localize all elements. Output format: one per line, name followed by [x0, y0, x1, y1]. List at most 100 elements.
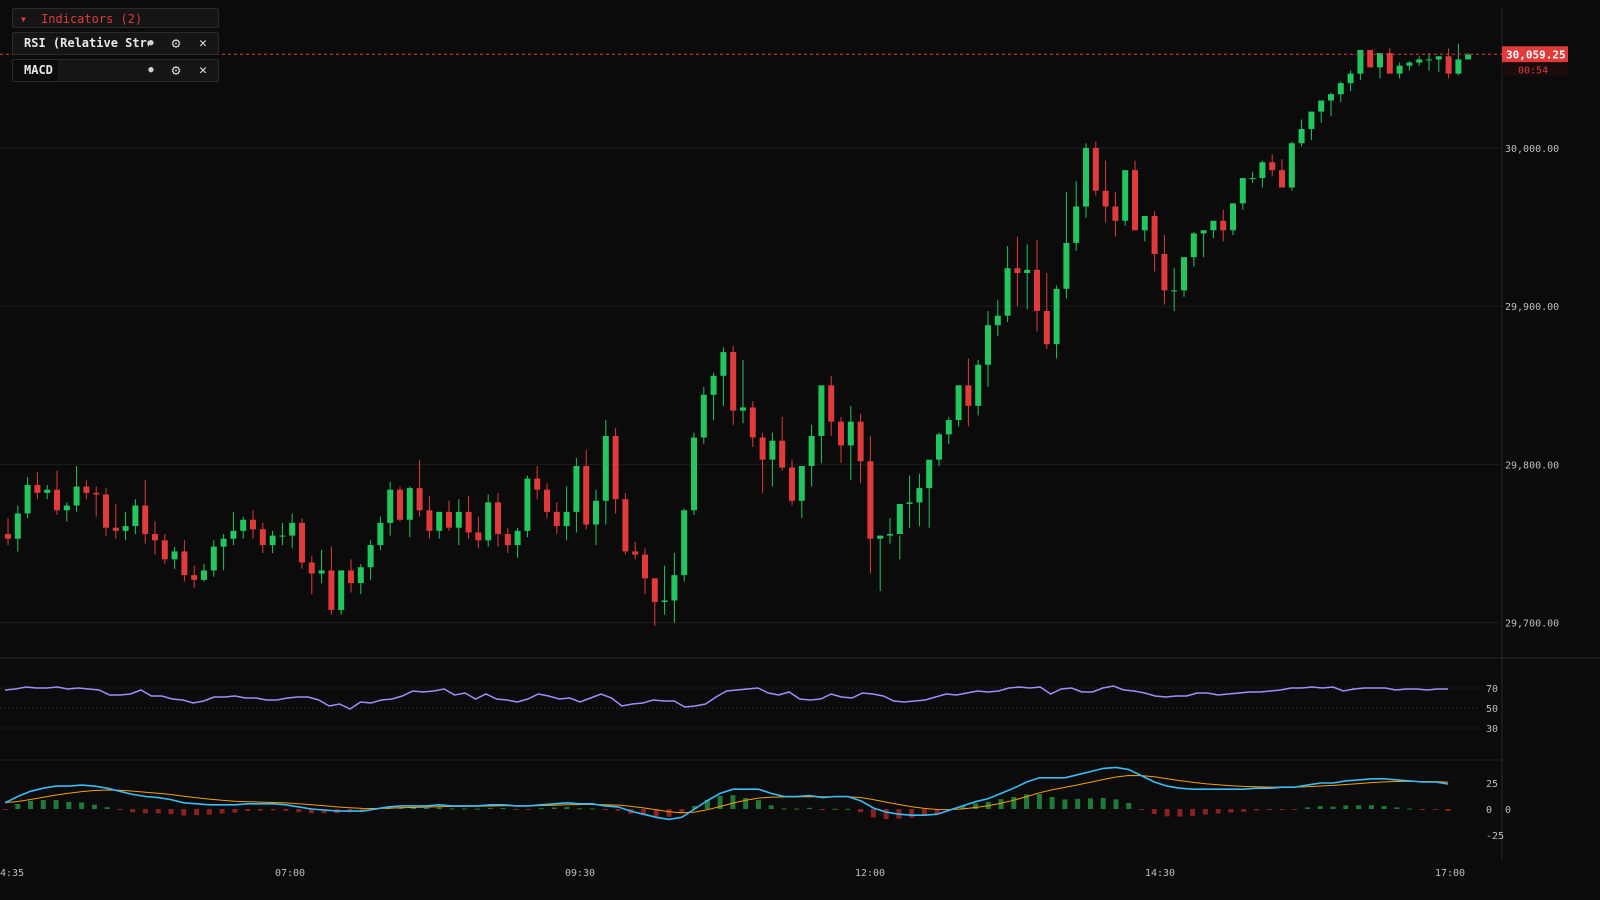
- macd-histogram-bar: [487, 807, 493, 809]
- macd-histogram-bar: [219, 809, 225, 814]
- chart-canvas[interactable]: 70 50 30 25 0 -25 0 30,000.00 29,900.00 29,800.…: [0, 0, 1600, 900]
- candle-body: [1328, 94, 1334, 101]
- candle-body: [1200, 230, 1207, 234]
- candle-body: [769, 440, 776, 460]
- close-icon[interactable]: ✕: [194, 33, 212, 54]
- candle-body: [1298, 129, 1305, 144]
- candle-body: [1465, 54, 1472, 60]
- candle-body: [161, 540, 168, 560]
- close-icon[interactable]: ✕: [194, 60, 212, 81]
- macd-histogram-bar: [270, 809, 276, 811]
- macd-histogram-bar: [883, 809, 889, 820]
- macd-histogram-bar: [1292, 809, 1298, 810]
- candle-body: [181, 551, 188, 576]
- indicator-name: RSI (Relative Strength Index): [24, 36, 149, 50]
- candle-body: [1239, 178, 1246, 204]
- macd-histogram-bar: [436, 807, 442, 809]
- macd-histogram-bar: [615, 809, 621, 811]
- candle-body: [465, 511, 472, 533]
- candle-body: [1122, 170, 1129, 221]
- candle-body: [1269, 162, 1276, 171]
- macd-histogram-bar: [245, 809, 251, 812]
- time-tick-label: 17:00: [1435, 868, 1465, 879]
- candle-body: [1347, 73, 1354, 84]
- candle-body: [553, 511, 560, 527]
- macd-histogram-bar: [755, 800, 761, 809]
- candle-body: [1034, 269, 1040, 311]
- macd-histogram-bar: [104, 807, 110, 809]
- indicators-header[interactable]: ▼ Indicators (2): [12, 8, 219, 28]
- candle-body: [338, 570, 345, 610]
- macd-histogram-bar: [526, 809, 532, 810]
- candle-body: [171, 551, 178, 560]
- candle-body: [367, 545, 374, 568]
- candle-body: [1004, 268, 1011, 316]
- candle-body: [1053, 288, 1060, 345]
- macd-histogram-bar: [589, 808, 595, 810]
- macd-histogram-bar: [474, 808, 480, 810]
- macd-histogram-bar: [91, 804, 97, 809]
- macd-histogram-bar: [28, 800, 34, 809]
- macd-histogram-bar: [577, 808, 583, 810]
- indicator-row-macd[interactable]: MACD ● ⚙ ✕: [12, 59, 219, 82]
- eye-icon[interactable]: ●: [144, 60, 158, 81]
- candle-body: [14, 513, 21, 539]
- candle-body: [1102, 190, 1109, 207]
- macd-histogram-bar: [449, 808, 455, 810]
- candle-body: [779, 440, 786, 468]
- candle-body: [191, 575, 198, 580]
- macd-histogram-bar: [1126, 802, 1132, 809]
- candle-body: [1190, 233, 1197, 258]
- candle-body: [299, 522, 305, 563]
- macd-histogram-bar: [206, 809, 212, 815]
- candle-body: [602, 435, 609, 501]
- macd-histogram-bar: [257, 809, 263, 811]
- candle-body: [1308, 111, 1315, 130]
- macd-histogram-bar: [40, 799, 46, 809]
- last-price-label: 30,059.25: [1506, 48, 1566, 61]
- candle-body: [1337, 83, 1344, 95]
- eye-icon[interactable]: ●: [144, 33, 158, 54]
- indicator-row-rsi[interactable]: RSI (Relative Strength Index) ● ⚙ ✕: [12, 32, 219, 55]
- macd-histogram-bar: [1356, 805, 1362, 809]
- indicator-name: MACD: [13, 60, 58, 81]
- candle-body: [63, 505, 70, 511]
- candle-body: [740, 407, 746, 411]
- candle-body: [857, 421, 864, 462]
- candle-body: [446, 511, 452, 528]
- candle-body: [1043, 310, 1050, 345]
- time-tick-label: 09:30: [565, 868, 595, 879]
- macd-histogram-bar: [2, 809, 8, 810]
- candle-body: [279, 535, 286, 537]
- price-tick-label: 29,900.00: [1505, 302, 1559, 313]
- candle-body: [593, 500, 599, 525]
- candle-body: [485, 502, 492, 541]
- candle-body: [1132, 170, 1138, 231]
- candle-body: [936, 434, 942, 460]
- candle-body: [377, 522, 384, 546]
- macd-histogram-bar: [1075, 798, 1081, 809]
- candle-body: [994, 315, 1001, 326]
- macd-histogram-bar: [551, 807, 557, 809]
- candle-body: [1288, 143, 1295, 188]
- candle-body: [1171, 290, 1178, 292]
- candle-body: [1181, 257, 1187, 291]
- macd-histogram-bar: [1177, 809, 1183, 817]
- macd-histogram-bar: [1228, 809, 1234, 813]
- candle-body: [1083, 148, 1089, 207]
- candle-body: [122, 526, 129, 531]
- candle-body: [1357, 49, 1364, 74]
- candle-body: [514, 530, 521, 546]
- candle-body: [632, 551, 639, 555]
- macd-histogram-bar: [564, 807, 570, 809]
- macd-histogram-bar: [1190, 809, 1196, 816]
- candle-body: [426, 510, 433, 531]
- candle-body: [1249, 178, 1256, 180]
- candle-body: [495, 502, 501, 535]
- gear-icon[interactable]: ⚙: [167, 60, 185, 81]
- candle-body: [269, 535, 276, 546]
- gear-icon[interactable]: ⚙: [167, 33, 185, 54]
- candle-body: [906, 502, 913, 504]
- candle-body: [789, 467, 795, 501]
- macd-histogram-bar: [730, 795, 736, 809]
